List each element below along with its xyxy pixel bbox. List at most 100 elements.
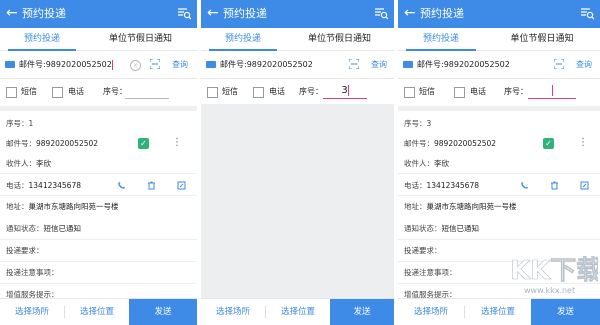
title-bar: ← 预约投递 bbox=[398, 0, 600, 28]
receiver-value: 李欣 bbox=[434, 159, 449, 168]
address-row: 地址：巢湖市东塘路向阳苑一号楼 bbox=[404, 202, 517, 212]
empty-result-area bbox=[201, 104, 394, 299]
query-list-icon[interactable] bbox=[177, 6, 191, 20]
barcode-scan-icon[interactable] bbox=[554, 59, 564, 69]
address-value: 巢湖市东塘路向阳苑一号楼 bbox=[28, 202, 119, 211]
notify-label: 通知状态： bbox=[6, 224, 44, 233]
tab-holiday-notice[interactable]: 单位节假日通知 bbox=[285, 28, 394, 50]
barcode-scan-icon[interactable] bbox=[150, 59, 160, 69]
edit-icon[interactable] bbox=[177, 181, 186, 190]
search-input[interactable]: 邮件号:9892020052502 bbox=[220, 59, 313, 71]
search-input[interactable]: 邮件号:9892020052502 bbox=[417, 59, 510, 71]
send-button[interactable]: 发送 bbox=[531, 299, 600, 325]
mail-envelope-icon bbox=[403, 61, 413, 68]
row-divider bbox=[0, 283, 197, 284]
tab-label: 预约投递 bbox=[224, 34, 261, 44]
tab-bar: 预约投递 单位节假日通知 bbox=[398, 28, 600, 51]
back-arrow-icon[interactable]: ← bbox=[207, 5, 219, 21]
notify-row: 通知状态：短信已通知 bbox=[404, 224, 479, 234]
phone-row: 电话：13412345678 bbox=[6, 181, 81, 191]
clear-icon[interactable]: × bbox=[130, 60, 141, 71]
search-input[interactable]: 邮件号:9892020052502 bbox=[19, 59, 113, 71]
phone-checkbox[interactable] bbox=[253, 87, 264, 98]
sms-checkbox[interactable] bbox=[404, 87, 415, 98]
query-button[interactable]: 查询 bbox=[172, 59, 188, 71]
mail-envelope-icon bbox=[5, 61, 15, 68]
receiver-label: 收件人： bbox=[404, 159, 434, 168]
active-tab-indicator bbox=[209, 49, 277, 51]
filter-row: 短信 电话 序号： bbox=[0, 80, 197, 104]
row-divider bbox=[0, 195, 197, 196]
selected-check-icon[interactable]: ✓ bbox=[543, 138, 554, 149]
back-arrow-icon[interactable]: ← bbox=[6, 5, 18, 21]
phone-label: 电话 bbox=[269, 87, 285, 96]
address-row: 地址：巢湖市东塘路向阳苑一号楼 bbox=[6, 202, 119, 212]
screen-1: ← 预约投递 预约投递 单位节假日通知 邮件号:9892020052502 × … bbox=[0, 0, 197, 325]
more-options-icon[interactable]: ⋮ bbox=[172, 138, 182, 148]
receiver-label: 收件人： bbox=[6, 159, 36, 168]
sms-label: 短信 bbox=[21, 87, 37, 96]
tab-holiday-notice[interactable]: 单位节假日通知 bbox=[84, 28, 197, 50]
select-site-button[interactable]: 选择场所 bbox=[201, 299, 265, 325]
more-options-icon[interactable]: ⋮ bbox=[578, 138, 588, 148]
receiver-value: 李欣 bbox=[36, 159, 51, 168]
tab-appointment[interactable]: 预约投递 bbox=[398, 28, 484, 51]
seq-input[interactable]: 3 bbox=[323, 84, 367, 99]
phone-checkbox[interactable] bbox=[454, 87, 465, 98]
mail-no-label: 邮件号： bbox=[6, 139, 36, 148]
delivery-notes: 投递注意事项： bbox=[6, 268, 59, 277]
sms-checkbox[interactable] bbox=[6, 87, 17, 98]
mail-no-row: 邮件号：9892020052502 bbox=[6, 139, 98, 149]
edit-icon[interactable] bbox=[580, 181, 589, 190]
query-list-icon[interactable] bbox=[580, 6, 594, 20]
query-button[interactable]: 查询 bbox=[371, 59, 387, 71]
tab-label: 单位节假日通知 bbox=[307, 34, 371, 44]
select-site-button[interactable]: 选择场所 bbox=[398, 299, 464, 325]
back-arrow-icon[interactable]: ← bbox=[404, 5, 416, 21]
phone-label: 电话： bbox=[6, 181, 29, 190]
tab-bar: 预约投递 单位节假日通知 bbox=[0, 28, 197, 51]
search-input-value: 邮件号:9892020052502 bbox=[19, 60, 112, 69]
tab-appointment[interactable]: 预约投递 bbox=[0, 28, 84, 51]
tab-label: 单位节假日通知 bbox=[108, 34, 172, 44]
selected-check-icon[interactable]: ✓ bbox=[138, 138, 149, 149]
mail-no-label: 邮件号： bbox=[404, 139, 434, 148]
row-divider bbox=[398, 239, 600, 240]
select-position-button[interactable]: 选择位置 bbox=[65, 299, 129, 325]
seq-value: 序号：3 bbox=[404, 119, 432, 128]
call-icon[interactable] bbox=[520, 181, 529, 190]
seq-label: 序号： bbox=[299, 87, 323, 96]
receiver-row: 收件人：李欣 bbox=[6, 159, 51, 169]
receiver-row: 收件人：李欣 bbox=[404, 159, 449, 169]
seq-label: 序号： bbox=[504, 87, 528, 96]
select-position-button[interactable]: 选择位置 bbox=[266, 299, 330, 325]
search-bar: 邮件号:9892020052502 查询 bbox=[398, 52, 600, 79]
query-list-icon[interactable] bbox=[374, 6, 388, 20]
row-divider bbox=[0, 239, 197, 240]
address-label: 地址： bbox=[404, 202, 427, 211]
sms-checkbox[interactable] bbox=[207, 87, 218, 98]
tab-appointment[interactable]: 预约投递 bbox=[201, 28, 285, 51]
tab-holiday-notice[interactable]: 单位节假日通知 bbox=[484, 28, 600, 50]
notify-value: 短信已通知 bbox=[441, 224, 480, 233]
bottom-action-bar: 选择场所 选择位置 发送 bbox=[0, 298, 197, 325]
filter-row: 短信 电话 序号： 3 bbox=[201, 80, 394, 104]
query-button[interactable]: 查询 bbox=[576, 59, 592, 71]
search-bar: 邮件号:9892020052502 查询 bbox=[201, 52, 394, 79]
row-divider bbox=[398, 173, 600, 174]
barcode-scan-icon[interactable] bbox=[349, 59, 359, 69]
mail-envelope-icon bbox=[206, 61, 216, 68]
call-icon[interactable] bbox=[117, 181, 126, 190]
seq-input[interactable] bbox=[125, 84, 169, 99]
select-site-button[interactable]: 选择场所 bbox=[0, 299, 64, 325]
select-position-button[interactable]: 选择位置 bbox=[465, 299, 531, 325]
phone-label: 电话 bbox=[68, 87, 84, 96]
delete-icon[interactable] bbox=[147, 181, 156, 190]
delete-icon[interactable] bbox=[550, 181, 559, 190]
send-button[interactable]: 发送 bbox=[129, 299, 197, 325]
text-cursor bbox=[347, 84, 349, 96]
seq-input[interactable] bbox=[528, 84, 576, 99]
send-button[interactable]: 发送 bbox=[330, 299, 394, 325]
phone-checkbox[interactable] bbox=[52, 87, 63, 98]
active-tab-indicator bbox=[8, 49, 76, 51]
